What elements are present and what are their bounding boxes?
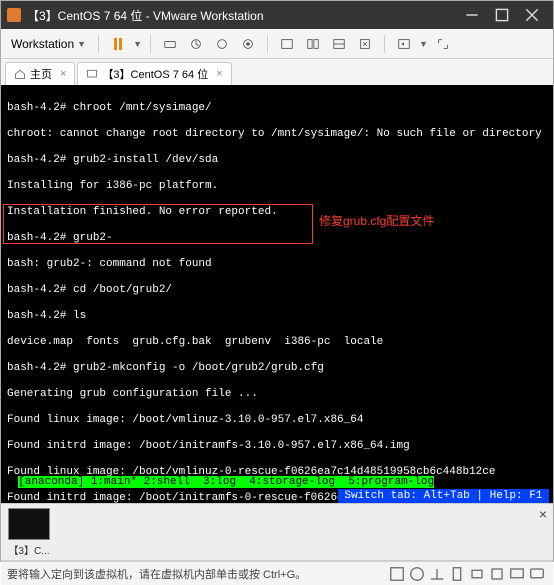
tab-home-label: 主页 <box>30 66 52 82</box>
unity-icon[interactable] <box>354 33 376 55</box>
vm-icon <box>86 68 98 80</box>
terminal-line: Installing for i386-pc platform. <box>7 180 547 193</box>
window-titlebar: 【3】CentOS 7 64 位 - VMware Workstation <box>1 1 553 29</box>
snapshot-manager-icon[interactable] <box>237 33 259 55</box>
terminal-line: Generating grub configuration file ... <box>7 388 547 401</box>
tab-home[interactable]: 主页 × <box>5 62 75 85</box>
close-button[interactable] <box>517 1 547 29</box>
terminal-line: Found initrd image: /boot/initramfs-3.10… <box>7 440 547 453</box>
toolbar-separator <box>98 35 99 53</box>
device-disk-icon[interactable] <box>387 564 407 584</box>
status-right: Switch tab: Alt+Tab | Help: F1 <box>338 489 549 503</box>
terminal-line: bash-4.2# grub2-install /dev/sda <box>7 154 547 167</box>
stretch-icon[interactable] <box>432 33 454 55</box>
snapshot-revert-icon[interactable] <box>211 33 233 55</box>
minimize-button[interactable] <box>457 1 487 29</box>
terminal-line: chroot: cannot change root directory to … <box>7 128 547 141</box>
send-ctrl-alt-del-icon[interactable] <box>159 33 181 55</box>
device-usb-icon[interactable] <box>447 564 467 584</box>
messages-icon[interactable] <box>527 564 547 584</box>
show-console-icon[interactable] <box>276 33 298 55</box>
terminal-line: bash-4.2# grub2-mkconfig -o /boot/grub2/… <box>7 362 547 375</box>
status-bar: 要将输入定向到该虚拟机，请在虚拟机内部单击或按 Ctrl+G。 <box>1 561 553 585</box>
status-message: 要将输入定向到该虚拟机，请在虚拟机内部单击或按 Ctrl+G。 <box>7 566 387 582</box>
pause-button[interactable] <box>107 33 129 55</box>
terminal-line: bash-4.2# chroot /mnt/sysimage/ <box>7 102 547 115</box>
toolbar-separator <box>150 35 151 53</box>
home-icon <box>14 68 26 80</box>
device-sound-icon[interactable] <box>467 564 487 584</box>
device-cd-icon[interactable] <box>407 564 427 584</box>
anaconda-status-line: [anaconda] 1:main* 2:shell 3:log 4:stora… <box>1 461 553 503</box>
status-left: [anaconda] 1:main* 2:shell 3:log 4:stora… <box>18 476 434 488</box>
thumbnail-image <box>8 508 50 540</box>
toolbar-separator <box>267 35 268 53</box>
maximize-button[interactable] <box>487 1 517 29</box>
tab-vm[interactable]: 【3】CentOS 7 64 位 × <box>77 62 231 85</box>
app-icon <box>7 8 21 22</box>
workstation-menu-label: Workstation <box>11 37 74 51</box>
terminal-line: bash-4.2# ls <box>7 310 547 323</box>
snapshot-icon[interactable] <box>185 33 207 55</box>
thumbnail-view-icon[interactable] <box>302 33 324 55</box>
terminal-line: bash-4.2# grub2- <box>7 232 547 245</box>
device-network-icon[interactable] <box>427 564 447 584</box>
main-toolbar: Workstation ▼ ▼ ▼ <box>1 29 553 59</box>
device-display-icon[interactable] <box>507 564 527 584</box>
terminal-line: bash: grub2-: command not found <box>7 258 547 271</box>
thumbnail-label: 【3】C... <box>8 542 49 557</box>
terminal-line: Found linux image: /boot/vmlinuz-3.10.0-… <box>7 414 547 427</box>
chevron-down-icon[interactable]: ▼ <box>133 39 142 49</box>
close-icon[interactable]: × <box>60 68 66 80</box>
terminal-line: Installation finished. No error reported… <box>7 206 547 219</box>
terminal-line: device.map fonts grub.cfg.bak grubenv i3… <box>7 336 547 349</box>
terminal-line: bash-4.2# cd /boot/grub2/ <box>7 284 547 297</box>
chevron-down-icon: ▼ <box>77 39 86 49</box>
close-icon[interactable]: × <box>216 68 222 80</box>
toolbar-separator <box>384 35 385 53</box>
window-title: 【3】CentOS 7 64 位 - VMware Workstation <box>27 7 457 24</box>
annotation-text: 修复grub.cfg配置文件 <box>319 215 434 228</box>
vm-thumbnail[interactable]: 【3】C... <box>5 508 53 557</box>
thumbnail-strip: × 【3】C... <box>1 503 553 561</box>
workstation-menu[interactable]: Workstation ▼ <box>7 35 90 53</box>
vm-console[interactable]: bash-4.2# chroot /mnt/sysimage/ chroot: … <box>1 85 553 503</box>
close-icon[interactable]: × <box>539 506 547 522</box>
single-view-icon[interactable] <box>328 33 350 55</box>
fullscreen-icon[interactable] <box>393 33 415 55</box>
chevron-down-icon[interactable]: ▼ <box>419 39 428 49</box>
tab-bar: 主页 × 【3】CentOS 7 64 位 × <box>1 59 553 85</box>
tab-vm-label: 【3】CentOS 7 64 位 <box>102 66 208 82</box>
device-printer-icon[interactable] <box>487 564 507 584</box>
